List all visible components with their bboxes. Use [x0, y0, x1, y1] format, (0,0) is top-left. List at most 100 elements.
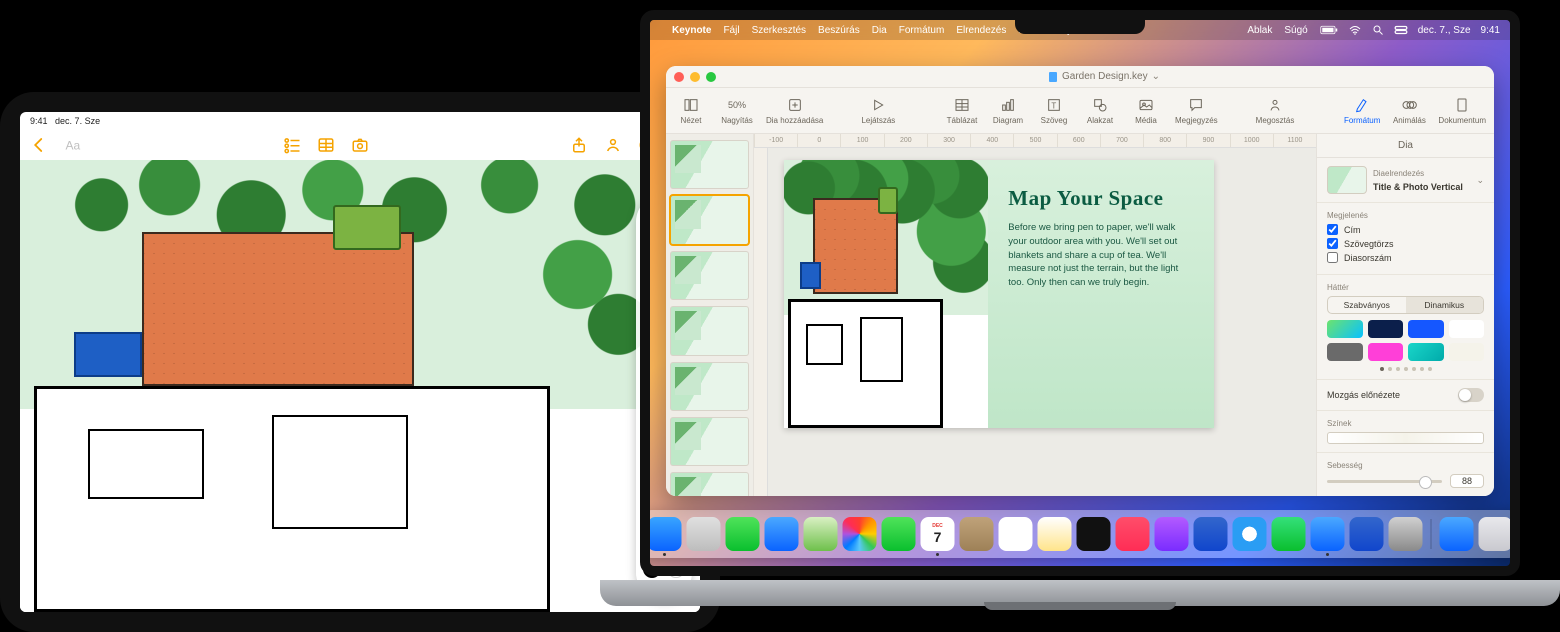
tb-comment[interactable]: Megjegyzés — [1175, 96, 1218, 125]
dock-calendar[interactable]: DEC7 — [921, 517, 955, 551]
tb-media[interactable]: Média — [1129, 96, 1163, 125]
dock-tv[interactable] — [1077, 517, 1111, 551]
text-style-icon[interactable]: Aa — [64, 136, 82, 154]
search-icon[interactable] — [1372, 24, 1384, 36]
thumb-2[interactable] — [670, 195, 749, 244]
dock-settings[interactable] — [1389, 517, 1423, 551]
slide-layout-picker[interactable]: Diaelrendezés Title & Photo Vertical ⌄ — [1327, 166, 1484, 194]
thumb-1[interactable] — [670, 140, 749, 189]
dock-maps[interactable] — [804, 517, 838, 551]
dock-finder[interactable] — [648, 517, 682, 551]
ipad-time: 9:41 — [30, 116, 48, 126]
dock-mail[interactable] — [765, 517, 799, 551]
dock-photos[interactable] — [843, 517, 877, 551]
dock-appstore-alt[interactable] — [1194, 517, 1228, 551]
tb-text[interactable]: T Szöveg — [1037, 96, 1071, 125]
thumb-3[interactable] — [670, 251, 749, 300]
thumb-4[interactable] — [670, 306, 749, 355]
checklist-icon[interactable] — [283, 136, 301, 154]
tb-animate[interactable]: Animálás — [1392, 96, 1426, 125]
tb-play[interactable]: Lejátszás — [861, 96, 895, 125]
chk-title[interactable]: Cím — [1327, 224, 1484, 235]
dock-safari[interactable] — [1233, 517, 1267, 551]
slide-title[interactable]: Map Your Space — [1008, 186, 1194, 211]
ruler-horizontal: -1000 100200 300400 500600 700800 900100… — [754, 134, 1316, 148]
share-icon[interactable] — [570, 136, 588, 154]
thumb-6[interactable] — [670, 417, 749, 466]
inspector-tab-slide[interactable]: Dia — [1317, 134, 1494, 158]
macbook-foot — [984, 602, 1176, 610]
bg-swatch-5[interactable] — [1368, 343, 1404, 361]
doc-icon — [1048, 71, 1058, 83]
menu-window[interactable]: Ablak — [1247, 25, 1272, 36]
chevron-down-icon: ⌄ — [1476, 175, 1484, 186]
thumb-7[interactable] — [670, 472, 749, 496]
tb-table[interactable]: Táblázat — [945, 96, 979, 125]
swatch-pager[interactable] — [1327, 367, 1484, 371]
bg-swatch-7[interactable] — [1449, 343, 1485, 361]
tb-zoom[interactable]: 50% Nagyítás — [720, 96, 754, 125]
chk-body[interactable]: Szövegtörzs — [1327, 238, 1484, 249]
menu-file[interactable]: Fájl — [723, 25, 739, 36]
tb-shape[interactable]: Alakzat — [1083, 96, 1117, 125]
dock-appstore[interactable] — [1350, 517, 1384, 551]
table-icon[interactable] — [317, 136, 335, 154]
tb-format[interactable]: Formátum — [1344, 96, 1380, 125]
menu-insert[interactable]: Beszúrás — [818, 25, 860, 36]
dock-messages[interactable] — [726, 517, 760, 551]
zoom-button[interactable] — [706, 72, 716, 82]
window-titlebar: Garden Design.key ⌄ — [666, 66, 1494, 88]
slide-navigator[interactable] — [666, 134, 754, 496]
menu-arrange[interactable]: Elrendezés — [956, 25, 1006, 36]
slide-canvas-area[interactable]: -1000 100200 300400 500600 700800 900100… — [754, 134, 1316, 496]
menu-edit[interactable]: Szerkesztés — [752, 25, 806, 36]
svg-text:T: T — [1051, 101, 1056, 110]
thumb-5[interactable] — [670, 362, 749, 411]
app-name[interactable]: Keynote — [672, 25, 711, 36]
bg-swatch-4[interactable] — [1327, 343, 1363, 361]
slide-body[interactable]: Before we bring pen to paper, we'll walk… — [1008, 221, 1194, 290]
back-icon[interactable] — [30, 136, 48, 154]
menubar-time: 9:41 — [1481, 25, 1500, 36]
tb-document[interactable]: Dokumentum — [1438, 96, 1486, 125]
dock-trash[interactable] — [1479, 517, 1513, 551]
minimize-button[interactable] — [690, 72, 700, 82]
bg-swatch-3[interactable] — [1449, 320, 1485, 338]
dock-reminders[interactable] — [999, 517, 1033, 551]
notes-canvas[interactable] — [20, 160, 700, 612]
tb-collab[interactable]: Megosztás — [1256, 96, 1295, 125]
dock-keynote[interactable] — [1311, 517, 1345, 551]
dock-numbers[interactable] — [1272, 517, 1306, 551]
slide[interactable]: Map Your Space Before we bring pen to pa… — [784, 160, 1214, 428]
control-center-icon[interactable] — [1394, 25, 1408, 35]
chk-slidenum[interactable]: Diasorszám — [1327, 252, 1484, 263]
slide-artwork — [784, 160, 988, 428]
dock-podcasts[interactable] — [1155, 517, 1189, 551]
menu-slide[interactable]: Dia — [872, 25, 887, 36]
colors-gradient[interactable] — [1327, 432, 1484, 444]
chevron-down-icon[interactable]: ⌄ — [1152, 71, 1160, 82]
keynote-toolbar: Nézet 50% Nagyítás Dia hozzáadása Lejáts… — [666, 88, 1494, 134]
menu-format[interactable]: Formátum — [899, 25, 945, 36]
motion-preview-toggle[interactable] — [1458, 388, 1484, 402]
dock-facetime[interactable] — [882, 517, 916, 551]
tb-view[interactable]: Nézet — [674, 96, 708, 125]
tb-chart[interactable]: Diagram — [991, 96, 1025, 125]
speed-slider[interactable] — [1327, 480, 1442, 483]
speed-value[interactable]: 88 — [1450, 474, 1484, 488]
dock-launchpad[interactable] — [687, 517, 721, 551]
dock-downloads[interactable] — [1440, 517, 1474, 551]
bg-swatch-0[interactable] — [1327, 320, 1363, 338]
bg-mode-segment[interactable]: Szabványos Dinamikus — [1327, 296, 1484, 314]
menu-help[interactable]: Súgó — [1284, 25, 1307, 36]
dock-contacts[interactable] — [960, 517, 994, 551]
close-button[interactable] — [674, 72, 684, 82]
bg-swatch-1[interactable] — [1368, 320, 1404, 338]
camera-icon[interactable] — [351, 136, 369, 154]
tb-add-slide[interactable]: Dia hozzáadása — [766, 96, 823, 125]
bg-swatch-6[interactable] — [1408, 343, 1444, 361]
dock-notes[interactable] — [1038, 517, 1072, 551]
dock-separator — [1431, 519, 1432, 549]
dock-music[interactable] — [1116, 517, 1150, 551]
bg-swatch-2[interactable] — [1408, 320, 1444, 338]
